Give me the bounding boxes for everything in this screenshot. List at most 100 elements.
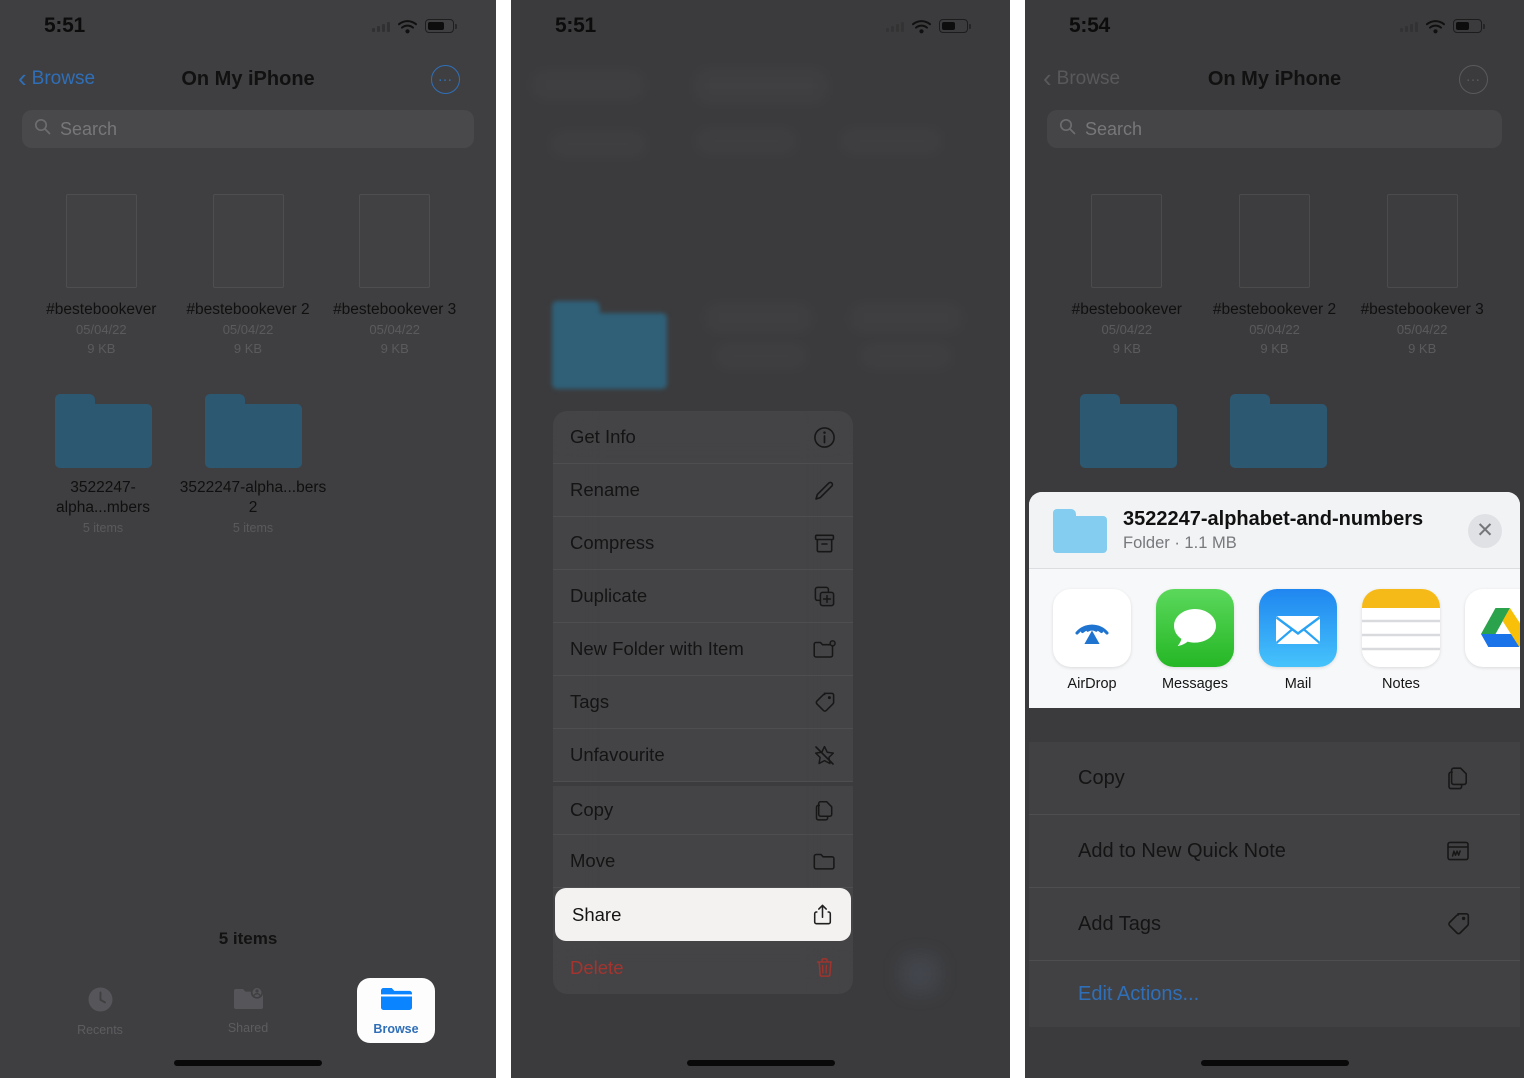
menu-item-label: Move bbox=[570, 850, 616, 871]
menu-item-tags[interactable]: Tags bbox=[553, 676, 853, 729]
wifi-icon bbox=[1425, 19, 1446, 34]
battery-icon bbox=[425, 19, 457, 33]
panel-share-sheet: 5:54 ‹ Browse On My iPhone … Search #bes… bbox=[1025, 0, 1524, 1078]
menu-item-unfavourite[interactable]: Unfavourite bbox=[553, 729, 853, 782]
file-size: 9 KB bbox=[233, 341, 263, 356]
menu-item-new-folder-with-item[interactable]: New Folder with Item bbox=[553, 623, 853, 676]
folder-icon bbox=[1229, 394, 1327, 468]
status-bar: 5:54 bbox=[1025, 0, 1524, 52]
tab-bar: Recents Shared Browse bbox=[0, 978, 496, 1044]
file-date: 05/04/22 bbox=[1101, 322, 1153, 337]
folder-item[interactable]: 3522247-alpha...bers 2 5 items bbox=[178, 394, 328, 535]
search-placeholder: Search bbox=[60, 118, 118, 139]
messages-icon bbox=[1156, 589, 1234, 667]
back-button[interactable]: ‹ Browse bbox=[1043, 62, 1121, 93]
action-add-to-new-quick-note[interactable]: Add to New Quick Note bbox=[1029, 815, 1520, 888]
tab-recents[interactable]: Recents bbox=[61, 978, 139, 1044]
action-add-tags[interactable]: Add Tags bbox=[1029, 888, 1520, 961]
file-item[interactable]: #bestebookever 3 05/04/22 9 KB bbox=[1348, 194, 1496, 358]
share-targets-row[interactable]: AirDrop Messages Mail Notes bbox=[1029, 569, 1520, 708]
archive-box-icon bbox=[813, 532, 836, 555]
document-thumbnail-icon bbox=[1239, 194, 1310, 288]
file-grid: #bestebookever 05/04/22 9 KB #bestebooke… bbox=[1025, 148, 1524, 358]
folder-icon bbox=[1079, 394, 1177, 468]
menu-item-label: New Folder with Item bbox=[570, 638, 744, 659]
tag-icon bbox=[1445, 911, 1471, 937]
file-grid: #bestebookever 05/04/22 9 KB #bestebooke… bbox=[0, 148, 496, 358]
menu-item-move[interactable]: Move bbox=[553, 835, 853, 888]
menu-item-duplicate[interactable]: Duplicate bbox=[553, 570, 853, 623]
document-thumbnail-icon bbox=[212, 194, 284, 288]
menu-item-label: Copy bbox=[570, 799, 614, 820]
share-sheet-header: 3522247-alphabet-and-numbers Folder · 1.… bbox=[1029, 492, 1520, 569]
status-bar: 5:51 bbox=[0, 0, 496, 52]
back-button[interactable]: ‹ Browse bbox=[18, 65, 96, 91]
folder-item[interactable] bbox=[1053, 394, 1203, 478]
share-target-airdrop[interactable]: AirDrop bbox=[1053, 589, 1131, 692]
file-item[interactable]: #bestebookever 2 05/04/22 9 KB bbox=[1201, 194, 1349, 358]
search-input[interactable]: Search bbox=[22, 110, 474, 148]
back-button-label: Browse bbox=[1056, 68, 1121, 89]
menu-item-get-info[interactable]: Get Info bbox=[553, 411, 853, 464]
menu-item-label: Rename bbox=[570, 479, 640, 500]
folder-item[interactable]: 3522247-alpha...mbers 5 items bbox=[28, 394, 178, 535]
file-item[interactable]: #bestebookever 05/04/22 9 KB bbox=[28, 194, 175, 358]
items-count-label: 5 items bbox=[218, 929, 278, 948]
menu-item-delete[interactable]: Delete bbox=[553, 941, 853, 994]
file-item[interactable]: #bestebookever 2 05/04/22 9 KB bbox=[175, 194, 322, 358]
wifi-icon bbox=[397, 19, 418, 34]
tab-browse[interactable]: Browse bbox=[357, 978, 435, 1043]
file-item[interactable]: #bestebookever 05/04/22 9 KB bbox=[1053, 194, 1201, 358]
file-date: 05/04/22 bbox=[1249, 322, 1300, 337]
home-indicator bbox=[1200, 1060, 1349, 1066]
folder-icon bbox=[54, 394, 152, 468]
back-button-label: Browse bbox=[31, 68, 96, 89]
folder-name: 3522247-alpha...bers 2 bbox=[179, 479, 327, 516]
folder-icon bbox=[1053, 508, 1107, 553]
menu-item-rename[interactable]: Rename bbox=[553, 464, 853, 517]
menu-item-compress[interactable]: Compress bbox=[553, 517, 853, 570]
menu-item-label: Tags bbox=[570, 691, 610, 712]
status-indicators bbox=[372, 19, 457, 34]
share-target-messages[interactable]: Messages bbox=[1156, 589, 1234, 692]
search-input[interactable]: Search bbox=[1047, 110, 1502, 148]
action-label: Add Tags bbox=[1078, 912, 1162, 935]
action-copy[interactable]: Copy bbox=[1029, 742, 1520, 815]
pencil-icon bbox=[813, 479, 836, 502]
share-target-notes[interactable]: Notes bbox=[1362, 589, 1440, 692]
more-options-icon[interactable]: … bbox=[1459, 64, 1488, 94]
file-date: 05/04/22 bbox=[369, 322, 420, 337]
share-item-subtitle: Folder · 1.1 MB bbox=[1123, 534, 1237, 552]
file-size: 9 KB bbox=[87, 341, 116, 356]
status-indicators bbox=[1400, 19, 1485, 34]
action-edit-actions[interactable]: Edit Actions... bbox=[1029, 961, 1520, 1027]
file-name: #bestebookever bbox=[1071, 301, 1182, 318]
tab-shared[interactable]: Shared bbox=[209, 978, 287, 1042]
menu-item-label: Share bbox=[572, 903, 622, 925]
file-item[interactable]: #bestebookever 3 05/04/22 9 KB bbox=[321, 194, 468, 358]
folder-item-count: 5 items bbox=[232, 521, 274, 535]
action-label: Copy bbox=[1078, 766, 1125, 789]
close-icon[interactable]: ✕ bbox=[1468, 513, 1502, 548]
action-label: Add to New Quick Note bbox=[1078, 839, 1286, 862]
share-target-label: AirDrop bbox=[1067, 676, 1117, 692]
file-name: #bestebookever 2 bbox=[186, 301, 310, 318]
tag-icon bbox=[813, 691, 836, 714]
trash-icon bbox=[813, 956, 836, 979]
home-indicator bbox=[174, 1060, 322, 1066]
share-target-google-drive[interactable] bbox=[1465, 589, 1520, 692]
cellular-signal-icon bbox=[372, 20, 390, 32]
share-target-label: Notes bbox=[1382, 676, 1420, 692]
more-options-icon[interactable]: … bbox=[431, 64, 460, 94]
file-name: #bestebookever 3 bbox=[1360, 301, 1484, 318]
folder-item[interactable] bbox=[1203, 394, 1353, 478]
chevron-left-icon: ‹ bbox=[1043, 62, 1052, 93]
panel-context-menu: 5:51 Get Info Rename Compress Duplicate … bbox=[511, 0, 1010, 1078]
menu-item-copy[interactable]: Copy bbox=[553, 782, 853, 835]
share-target-mail[interactable]: Mail bbox=[1259, 589, 1337, 692]
folder-name: 3522247-alpha...mbers bbox=[56, 479, 150, 516]
share-item-title: 3522247-alphabet-and-numbers bbox=[1123, 508, 1424, 530]
folder-grid: 3522247-alpha...mbers 5 items 3522247-al… bbox=[0, 358, 496, 535]
document-thumbnail-icon bbox=[1386, 194, 1458, 288]
menu-item-share[interactable]: Share bbox=[555, 888, 851, 941]
